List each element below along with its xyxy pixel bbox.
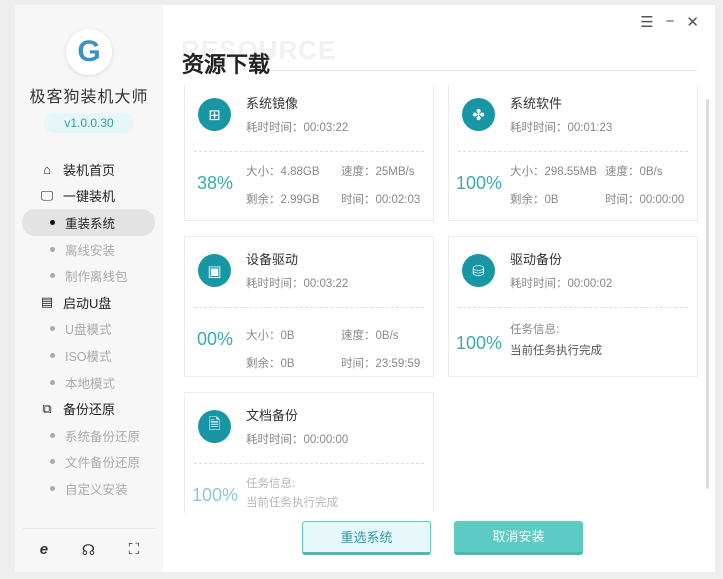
nav-label: 自定义安装 <box>65 482 128 497</box>
card-size: 大小：4.88GB <box>246 166 320 178</box>
document-icon: 🗎 <box>198 410 231 443</box>
scrollbar[interactable] <box>706 99 709 489</box>
nav-custom-install[interactable]: 自定义安装 <box>15 475 163 502</box>
nav-make-offline-package[interactable]: 制作离线包 <box>15 262 163 289</box>
nav-one-click-install[interactable]: 🖵 一键装机 <box>15 183 163 210</box>
browser-icon[interactable]: e <box>40 541 48 559</box>
version-badge: v1.0.0.30 <box>44 113 134 133</box>
nav-label: 备份还原 <box>63 402 116 418</box>
download-list[interactable]: ⊞ 系统镜像 耗时时间：00:03:22 38% 大小：4.88GB 速度：25… <box>163 85 715 513</box>
nav-system-backup[interactable]: 系统备份还原 <box>15 422 163 449</box>
card-elapsed: 耗时时间：00:00:02 <box>510 278 613 290</box>
card-speed: 速度：25MB/s <box>341 166 415 178</box>
card-size: 大小：298.55MB <box>510 166 597 178</box>
apps-icon: ✤ <box>462 98 495 131</box>
nav-offline-install[interactable]: 离线安装 <box>15 236 163 263</box>
card-percent: 100% <box>456 173 503 193</box>
card-time: 时间：00:02:03 <box>341 194 421 206</box>
nav-label: 文件备份还原 <box>65 456 141 471</box>
nav-home[interactable]: ⌂ 装机首页 <box>15 156 163 183</box>
card-info-label: 任务信息: <box>246 478 296 490</box>
app-name: 极客狗装机大师 <box>29 89 149 106</box>
download-card-system-image: ⊞ 系统镜像 耗时时间：00:03:22 38% 大小：4.88GB 速度：25… <box>184 85 434 221</box>
card-size: 大小：0B <box>246 330 295 342</box>
reselect-system-button[interactable]: 重选系统 <box>302 521 431 555</box>
card-speed: 速度：0B/s <box>341 330 399 342</box>
card-percent: 100% <box>456 333 503 353</box>
card-elapsed: 耗时时间：00:03:22 <box>246 122 349 134</box>
nav-local-mode[interactable]: 本地模式 <box>15 369 163 396</box>
download-card-document-backup: 🗎 文档备份 耗时时间：00:00:00 100% 任务信息: 当前任务执行完成 <box>184 392 434 513</box>
monitor-icon: 🖵 <box>40 187 54 203</box>
customer-service-icon[interactable]: ☊ <box>82 541 95 559</box>
minimize-icon[interactable]: − <box>666 13 675 31</box>
nav-label: 本地模式 <box>65 376 116 391</box>
backup-icon: ⧉ <box>42 400 52 416</box>
title-divider <box>271 70 697 71</box>
nav-reinstall-system[interactable]: 重装系统 <box>22 209 155 236</box>
card-speed: 速度：0B/s <box>605 166 663 178</box>
nav-boot-usb[interactable]: ▤ 启动U盘 <box>15 289 163 316</box>
card-elapsed: 耗时时间：00:03:22 <box>246 278 349 290</box>
card-info-label: 任务信息: <box>510 324 560 336</box>
home-icon: ⌂ <box>43 161 51 177</box>
card-remain: 剩余：0B <box>510 194 559 206</box>
card-percent: 38% <box>197 173 234 193</box>
sidebar-footer: e ☊ ⛶ <box>23 528 156 559</box>
close-icon[interactable]: ✕ <box>686 13 699 31</box>
nav-label: 启动U盘 <box>63 295 112 311</box>
download-card-device-driver: ▣ 设备驱动 耗时时间：00:03:22 00% 大小：0B 速度：0B/s 剩… <box>184 236 434 377</box>
card-percent: 100% <box>192 485 239 505</box>
nav-usb-mode[interactable]: U盘模式 <box>15 316 163 343</box>
usb-icon: ▤ <box>40 294 54 310</box>
nav-file-backup[interactable]: 文件备份还原 <box>15 449 163 476</box>
page-title: 资源下载 <box>182 52 271 77</box>
sidebar: G 极客狗装机大师 v1.0.0.30 ⌂ 装机首页 🖵 一键装机 重装系统 离线安… <box>15 5 163 572</box>
card-info: 当前任务执行完成 <box>246 497 338 509</box>
card-elapsed: 耗时时间：00:00:00 <box>246 434 349 446</box>
nav-backup-restore[interactable]: ⧉ 备份还原 <box>15 395 163 422</box>
main-panel: ☰ − ✕ RESOURCE 资源下载 ⊞ 系统镜像 耗时时间：00:03:22… <box>163 5 715 572</box>
card-name: 系统镜像 <box>246 96 299 111</box>
driver-icon: ▣ <box>198 254 231 287</box>
windows-icon: ⊞ <box>198 98 231 131</box>
card-remain: 剩余：2.99GB <box>246 194 320 206</box>
card-name: 设备驱动 <box>246 252 299 267</box>
window-controls: ☰ − ✕ <box>640 13 699 31</box>
card-name: 文档备份 <box>246 408 299 423</box>
download-card-system-software: ✤ 系统软件 耗时时间：00:01:23 100% 大小：298.55MB 速度… <box>448 85 698 221</box>
card-time: 时间：00:00:00 <box>605 194 685 206</box>
nav-label: 离线安装 <box>65 243 116 258</box>
nav-label: 装机首页 <box>63 162 116 178</box>
card-info: 当前任务执行完成 <box>510 345 602 357</box>
card-percent: 00% <box>197 329 234 349</box>
download-card-driver-backup: ⛁ 驱动备份 耗时时间：00:00:02 100% 任务信息: 当前任务执行完成 <box>448 236 698 377</box>
nav-label: 重装系统 <box>65 216 116 231</box>
nav-iso-mode[interactable]: ISO模式 <box>15 342 163 369</box>
nav-label: 制作离线包 <box>65 270 128 285</box>
cancel-install-button[interactable]: 取消安装 <box>454 521 583 555</box>
card-name: 系统软件 <box>510 96 563 111</box>
app-logo: G <box>66 29 112 75</box>
nav-label: ISO模式 <box>65 349 112 364</box>
card-remain: 剩余：0B <box>246 358 295 370</box>
disk-icon: ⛁ <box>462 254 495 287</box>
scan-icon[interactable]: ⛶ <box>129 541 140 559</box>
card-name: 驱动备份 <box>510 252 563 267</box>
sidebar-nav: ⌂ 装机首页 🖵 一键装机 重装系统 离线安装 制作离线包 ▤ 启动U盘 U盘模式 I… <box>15 156 163 502</box>
nav-label: 系统备份还原 <box>65 429 141 444</box>
nav-label: U盘模式 <box>65 323 112 338</box>
card-time: 时间：23:59:59 <box>341 358 421 370</box>
menu-icon[interactable]: ☰ <box>640 13 653 31</box>
card-elapsed: 耗时时间：00:01:23 <box>510 122 613 134</box>
nav-label: 一键装机 <box>63 189 116 205</box>
